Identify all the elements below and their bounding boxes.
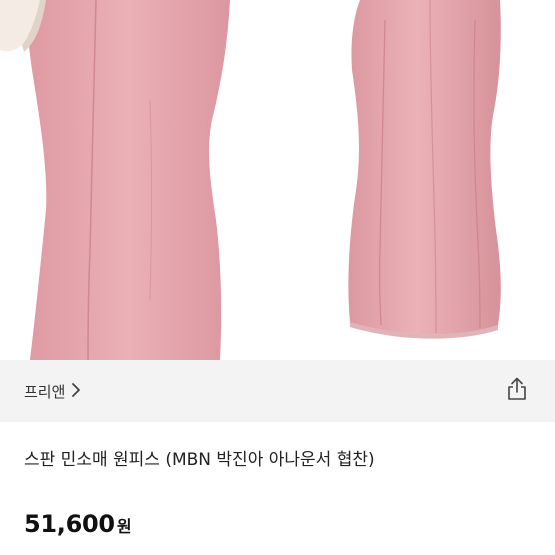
share-icon (506, 377, 528, 405)
shop-name: 프리앤 (24, 382, 66, 401)
share-button[interactable] (503, 377, 531, 405)
dress-photo (0, 0, 501, 360)
shop-bar: 프리앤 (0, 360, 555, 422)
product-title: 스판 민소매 원피스 (MBN 박진아 아나운서 협찬) (24, 450, 375, 470)
product-image[interactable] (0, 0, 555, 360)
product-price: 51,600 원 (24, 510, 132, 538)
price-amount: 51,600 (24, 510, 115, 538)
chevron-right-icon (71, 382, 81, 401)
shop-link[interactable]: 프리앤 (24, 381, 81, 402)
price-currency: 원 (116, 517, 132, 536)
